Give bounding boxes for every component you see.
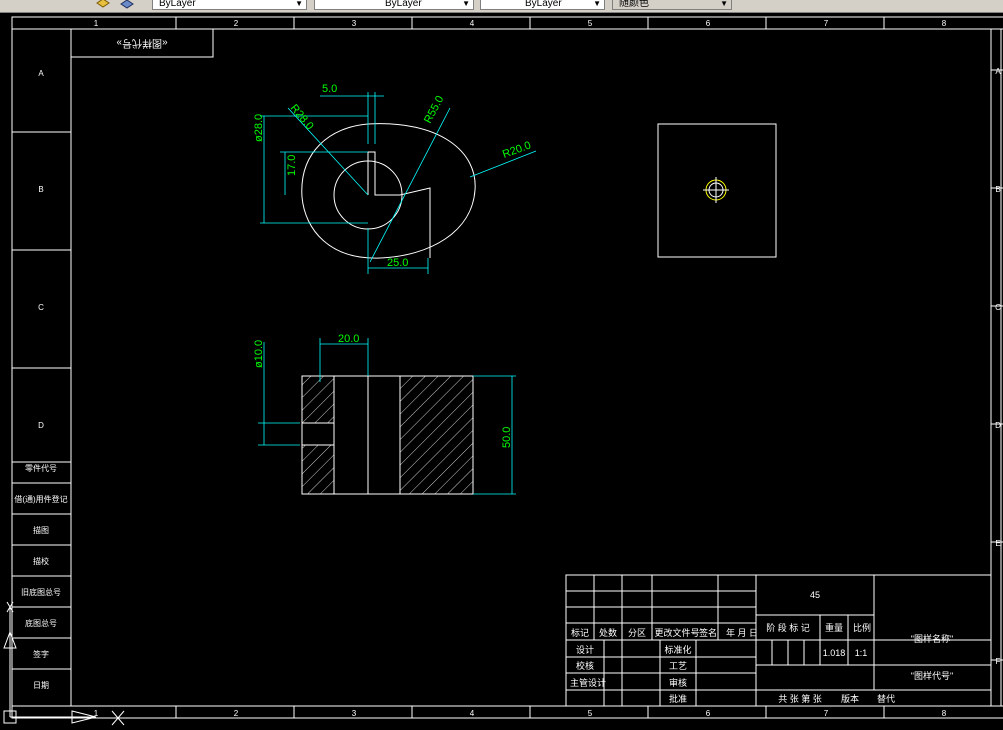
plotstyle-value: 随颜色 — [619, 0, 649, 9]
layer-previous-icon[interactable] — [120, 0, 134, 9]
rotated-drawing-code-label: «图样代号» — [116, 37, 168, 50]
row-label: D — [995, 421, 1001, 430]
left-cell: 日期 — [33, 681, 49, 690]
tb-design: 设计 — [576, 644, 594, 655]
col-label: 5 — [588, 709, 593, 718]
chevron-down-icon: ▼ — [462, 0, 470, 8]
drawing-canvas[interactable]: 1 2 3 4 5 6 7 8 1 2 3 4 5 6 7 8 A B C D … — [0, 12, 1003, 730]
tb-doc: 更改文件号 — [654, 627, 699, 638]
row-label: B — [995, 185, 1000, 194]
col-label: 3 — [352, 709, 357, 718]
tb-stage: 阶 段 标 记 — [766, 622, 810, 633]
frame-row-labels: A B C D A B C D E F — [38, 67, 1001, 666]
row-label: C — [38, 303, 44, 312]
left-cell: 借(通)用件登记 — [14, 494, 67, 504]
tb-drawing-code: "图样代号" — [911, 670, 953, 681]
plotstyle-control-combo[interactable]: 随颜色 ▼ — [612, 0, 732, 10]
frame-column-labels: 1 2 3 4 5 6 7 8 1 2 3 4 5 6 7 8 — [94, 19, 947, 718]
chevron-down-icon: ▼ — [295, 0, 303, 8]
tb-scale: 1:1 — [855, 648, 868, 658]
tb-approve: 批准 — [669, 693, 687, 704]
col-label: 3 — [352, 19, 357, 28]
col-label: 2 — [234, 19, 239, 28]
col-label: 2 — [234, 709, 239, 718]
left-cell: 底图总号 — [25, 618, 57, 628]
dim-r55: R55.0 — [422, 94, 446, 126]
tb-check: 校核 — [576, 660, 594, 671]
row-label: C — [995, 303, 1001, 312]
col-label: 7 — [824, 709, 829, 718]
linetype-control-combo[interactable]: ByLayer ▼ — [314, 0, 474, 10]
tb-drawing-name: "图样名称" — [911, 633, 953, 644]
tb-sign: 签名 — [699, 627, 717, 638]
row-label: A — [38, 69, 44, 78]
front-view-section[interactable] — [301, 375, 474, 495]
tb-date: 年 月 日 — [726, 627, 758, 638]
tb-process: 工艺 — [669, 661, 687, 671]
tb-sheets: 共 张 第 张 — [778, 693, 822, 704]
lineweight-control-combo[interactable]: ByLayer ▼ — [480, 0, 605, 10]
top-view-dimension-text: 5.0 R28.0 R55.0 ø28.0 17.0 R20.0 25.0 — [253, 83, 533, 269]
row-label: A — [995, 67, 1001, 76]
side-view[interactable] — [657, 123, 777, 258]
tb-review: 审核 — [669, 677, 687, 688]
col-label: 8 — [942, 19, 947, 28]
dim-25: 25.0 — [387, 257, 408, 269]
tb-zone: 分区 — [628, 628, 646, 638]
col-label: 4 — [470, 19, 475, 28]
front-view-dimensions — [258, 338, 516, 495]
col-label: 6 — [706, 709, 711, 718]
dim-17: 17.0 — [286, 155, 298, 176]
ucs-icon — [3, 601, 125, 726]
dim-dia28: ø28.0 — [253, 114, 265, 142]
left-cell: 零件代号 — [25, 463, 57, 473]
left-cell: 描图 — [33, 525, 49, 535]
tb-chief: 主管设计 — [570, 677, 606, 688]
col-label: 4 — [470, 709, 475, 718]
left-cell: 描校 — [33, 556, 49, 566]
tb-count: 处数 — [599, 627, 617, 638]
layer-states-icon[interactable] — [96, 0, 110, 9]
tb-replace: 替代 — [877, 693, 895, 704]
tb-scale-label: 比例 — [853, 622, 871, 633]
left-cell: 旧底图总号 — [21, 587, 61, 597]
chevron-down-icon: ▼ — [720, 0, 728, 8]
dim-r28: R28.0 — [288, 102, 316, 132]
dim-20: 20.0 — [338, 333, 359, 345]
tb-weight-label: 重量 — [825, 622, 843, 633]
tb-version: 版本 — [841, 693, 859, 704]
col-label: 8 — [942, 709, 947, 718]
dim-r20: R20.0 — [501, 140, 533, 161]
color-value: ByLayer — [159, 0, 196, 9]
dim-50: 50.0 — [501, 427, 513, 448]
dim-dia10: ø10.0 — [253, 340, 265, 368]
col-label: 5 — [588, 19, 593, 28]
col-label: 1 — [94, 19, 99, 28]
left-cell: 签字 — [33, 649, 49, 659]
tb-weight: 1.018 — [823, 648, 846, 658]
front-view-dimension-text: 20.0 ø10.0 50.0 — [253, 333, 513, 448]
row-label: F — [996, 657, 1001, 666]
lineweight-value: ByLayer — [525, 0, 562, 9]
dim-5: 5.0 — [322, 83, 337, 95]
col-label: 7 — [824, 19, 829, 28]
tb-material: 45 — [810, 590, 820, 600]
tb-mark: 标记 — [571, 627, 589, 638]
color-control-combo[interactable]: ByLayer ▼ — [152, 0, 307, 10]
col-label: 6 — [706, 19, 711, 28]
row-label: B — [38, 185, 43, 194]
sheet-frame — [11, 16, 1003, 719]
row-label: E — [995, 539, 1000, 548]
top-view-cam[interactable] — [301, 123, 476, 259]
linetype-value: ByLayer — [385, 0, 422, 9]
row-label: D — [38, 421, 44, 430]
tb-standard: 标准化 — [664, 644, 691, 655]
chevron-down-icon: ▼ — [593, 0, 601, 8]
